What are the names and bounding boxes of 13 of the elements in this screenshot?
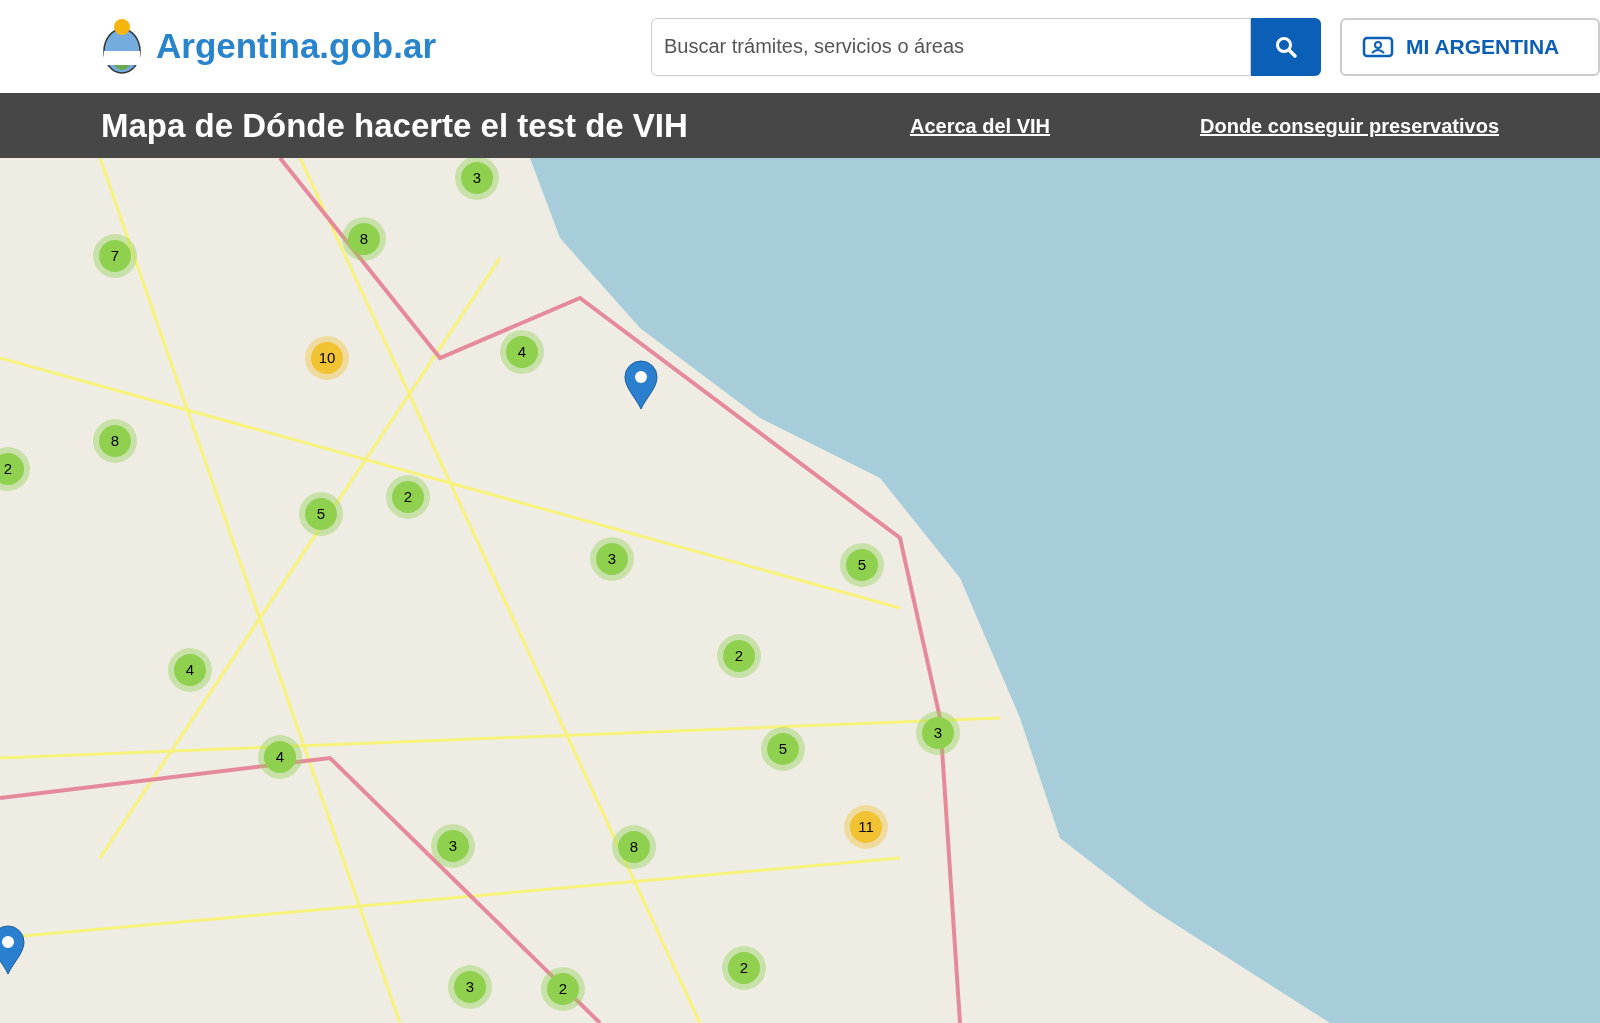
search-icon xyxy=(1275,35,1297,58)
login-button[interactable]: MI ARGENTINA xyxy=(1340,17,1600,76)
site-logo-text[interactable]: Argentina.gob.ar xyxy=(156,20,437,73)
nav-link[interactable]: Donde conseguir preservativos xyxy=(1200,110,1499,141)
map-pin-icon[interactable] xyxy=(0,925,25,975)
search-field[interactable]: Buscar trámites, servicios o áreas xyxy=(651,17,1251,76)
map-pin-icon[interactable] xyxy=(624,360,658,410)
id-card-icon xyxy=(1362,34,1394,59)
search-button[interactable] xyxy=(1251,17,1321,76)
coat-of-arms-icon xyxy=(100,16,144,77)
nav-link[interactable]: Acerca del VIH xyxy=(909,110,1050,141)
cluster-marker[interactable]: 2 xyxy=(0,453,24,485)
page-title: Mapa de Dónde hacerte el test de VIH xyxy=(101,105,689,146)
